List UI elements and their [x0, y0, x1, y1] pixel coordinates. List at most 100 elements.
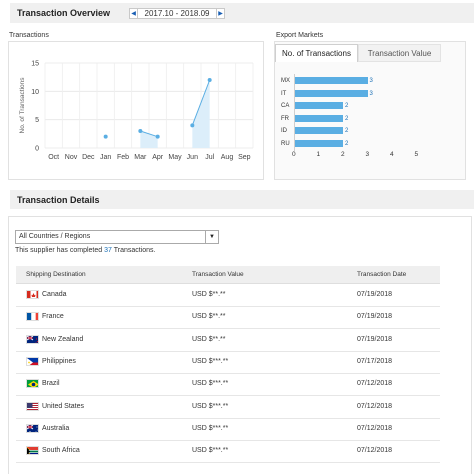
- table-row: Australia USD $***.** 07/12/2018: [16, 418, 440, 441]
- x-tick-label: Sep: [238, 154, 251, 161]
- market-value: 2: [345, 140, 349, 147]
- table-row: France USD $**.** 07/19/2018: [16, 306, 440, 330]
- market-bar: [294, 114, 343, 122]
- x-tick-label: Feb: [117, 154, 129, 161]
- market-value: 2: [345, 115, 349, 122]
- market-code: ID: [281, 128, 287, 134]
- transaction-date: 07/17/2018: [357, 357, 393, 365]
- next-period-button[interactable]: ▶: [216, 8, 225, 19]
- data-point: [190, 123, 195, 128]
- shipping-destination: New Zealand: [42, 335, 84, 343]
- market-code: CA: [281, 103, 290, 109]
- column-transaction-value: Transaction Value: [192, 271, 244, 278]
- country-filter-select[interactable]: All Countries / Regions ▼: [15, 230, 219, 244]
- transaction-value: USD $***.**: [192, 380, 229, 388]
- france-flag-icon: [26, 312, 39, 322]
- market-code: RU: [281, 140, 290, 147]
- market-x-tick: 5: [414, 151, 419, 158]
- data-point: [155, 134, 160, 139]
- shipping-destination: Brazil: [42, 380, 60, 388]
- transactions-line-chart: 0 5 10 15 Oct Nov Dec Jan Feb Mar Apr May Jun Jul Aug S…: [19, 61, 254, 161]
- tab-transaction-value[interactable]: Transaction Value: [358, 44, 441, 62]
- transaction-value: USD $***.**: [192, 402, 229, 410]
- x-tick-label: Jan: [100, 154, 111, 161]
- market-bar: [294, 102, 343, 109]
- table-row: Canada USD $**.** 07/19/2018: [16, 284, 440, 307]
- market-bar: [294, 127, 343, 134]
- canada-flag-icon: [26, 290, 39, 299]
- market-code: FR: [281, 115, 289, 122]
- data-point: [103, 134, 108, 139]
- transaction-date: 07/12/2018: [357, 380, 393, 388]
- summary-suffix: Transactions.: [111, 247, 156, 254]
- new-zealand-flag-icon: [26, 334, 39, 344]
- x-tick-label: Aug: [221, 154, 234, 161]
- data-point: [138, 129, 143, 133]
- chevron-down-icon[interactable]: ▼: [205, 231, 218, 243]
- market-x-tick: 4: [390, 151, 394, 158]
- date-range-label: 2017.10 - 2018.09: [138, 8, 216, 19]
- market-value: 3: [369, 90, 373, 97]
- y-axis-label: No. of Transactions: [19, 77, 26, 134]
- shipping-destination: Canada: [42, 291, 67, 298]
- x-tick-label: May: [168, 154, 182, 161]
- table-row: Philippines USD $***.** 07/17/2018: [16, 351, 440, 374]
- x-tick-label: Jun: [187, 154, 198, 161]
- transaction-date: 07/12/2018: [357, 402, 393, 410]
- market-code: IT: [281, 90, 287, 97]
- table-row: South Africa USD $***.** 07/12/2018: [16, 440, 440, 464]
- x-tick-label: Mar: [134, 154, 147, 161]
- transaction-value: USD $***.**: [192, 424, 229, 432]
- export-markets-label: Export Markets: [276, 32, 324, 39]
- shipping-destination: Australia: [42, 424, 70, 432]
- summary-prefix: This supplier has completed: [15, 247, 105, 254]
- market-x-tick: 3: [365, 151, 370, 158]
- transaction-date: 07/19/2018: [357, 291, 393, 298]
- column-transaction-date: Transaction Date: [357, 271, 407, 278]
- table-header: Shipping Destination Transaction Value T…: [16, 266, 440, 284]
- y-tick-label: 15: [31, 61, 39, 68]
- market-x-tick: 1: [316, 151, 321, 158]
- market-value: 2: [345, 128, 349, 134]
- table-row: Brazil USD $***.** 07/12/2018: [16, 373, 440, 397]
- market-bar: [294, 77, 368, 84]
- transaction-value: USD $**.**: [192, 313, 226, 321]
- market-code: MX: [281, 78, 290, 84]
- market-value: 3: [369, 78, 373, 84]
- x-tick-label: Apr: [152, 154, 164, 161]
- x-tick-label: Nov: [65, 154, 78, 161]
- shipping-destination: Philippines: [42, 357, 76, 365]
- details-title: Transaction Details: [17, 195, 100, 205]
- shipping-destination: United States: [42, 402, 85, 410]
- x-tick-label: Oct: [48, 154, 59, 161]
- prev-period-button[interactable]: ◀: [129, 8, 138, 19]
- philippines-flag-icon: [26, 356, 39, 366]
- transactions-summary: This supplier has completed 37 Transacti…: [15, 247, 155, 254]
- table-row: United States USD $***.** 07/12/2018: [16, 396, 440, 419]
- market-x-tick: 2: [341, 151, 345, 158]
- data-point: [207, 78, 212, 82]
- x-tick-label: Dec: [82, 154, 95, 161]
- transaction-date: 07/12/2018: [357, 447, 393, 455]
- south-africa-flag-icon: [26, 446, 39, 456]
- tab-no-of-transactions[interactable]: No. of Transactions: [275, 44, 358, 62]
- market-value: 2: [345, 103, 349, 109]
- transaction-count-link[interactable]: 37: [104, 247, 112, 254]
- market-bar: [294, 139, 343, 147]
- united-states-flag-icon: [26, 401, 39, 411]
- transaction-date: 07/12/2018: [357, 424, 393, 432]
- transaction-date: 07/19/2018: [357, 335, 393, 343]
- australia-flag-icon: [26, 423, 39, 433]
- table-row: New Zealand USD $**.** 07/19/2018: [16, 329, 440, 352]
- transaction-date: 07/19/2018: [357, 313, 393, 321]
- transactions-panel-label: Transactions: [9, 32, 49, 39]
- transaction-value: USD $**.**: [192, 291, 226, 298]
- transactions-chart-panel: 0 5 10 15 Oct Nov Dec Jan Feb Mar Apr May Jun Jul Aug S…: [8, 41, 264, 180]
- transaction-value: USD $***.**: [192, 357, 229, 365]
- column-shipping-destination: Shipping Destination: [26, 271, 86, 278]
- y-tick-label: 5: [35, 117, 39, 124]
- market-x-tick: 0: [292, 151, 296, 158]
- market-bar: [294, 89, 368, 97]
- shipping-destination: France: [42, 313, 64, 321]
- country-filter-value: All Countries / Regions: [19, 233, 91, 240]
